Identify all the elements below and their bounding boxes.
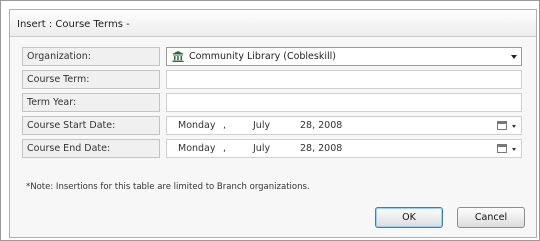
ok-button[interactable]: OK: [375, 207, 443, 228]
course-start-date-picker[interactable]: Monday , July 28, 2008: [166, 116, 522, 135]
course-term-row: Course Term:: [22, 70, 522, 89]
chevron-down-icon[interactable]: [511, 55, 517, 59]
course-end-date-label: Course End Date:: [22, 139, 160, 158]
organization-selected-value: Community Library (Cobleskill): [189, 51, 336, 62]
course-end-date-row: Course End Date: Monday , July 28, 2008: [22, 139, 522, 158]
course-term-input[interactable]: [166, 70, 522, 89]
library-building-icon: [172, 51, 184, 62]
chevron-down-icon[interactable]: [512, 148, 516, 151]
end-date-separator: ,: [223, 143, 227, 154]
end-date-day-year[interactable]: 28, 2008: [300, 143, 342, 154]
term-year-label: Term Year:: [22, 93, 160, 112]
course-term-label: Course Term:: [22, 70, 160, 89]
cancel-button[interactable]: Cancel: [457, 207, 525, 228]
term-year-row: Term Year:: [22, 93, 522, 112]
organization-row: Organization: Community Library (Coblesk…: [22, 47, 522, 66]
term-year-input[interactable]: [166, 93, 522, 112]
start-date-month[interactable]: July: [253, 120, 270, 131]
dialog-title-text: Insert : Course Terms -: [17, 19, 130, 30]
start-date-weekday[interactable]: Monday: [178, 120, 216, 131]
end-date-weekday[interactable]: Monday: [178, 143, 216, 154]
calendar-icon[interactable]: [497, 121, 507, 130]
course-end-date-picker[interactable]: Monday , July 28, 2008: [166, 139, 522, 158]
chevron-down-icon[interactable]: [512, 125, 516, 128]
calendar-icon[interactable]: [497, 144, 507, 153]
organization-select[interactable]: Community Library (Cobleskill): [166, 47, 522, 66]
start-date-separator: ,: [223, 120, 227, 131]
dialog-title: Insert : Course Terms -: [10, 10, 536, 37]
start-date-day-year[interactable]: 28, 2008: [300, 120, 342, 131]
course-start-date-row: Course Start Date: Monday , July 28, 200…: [22, 116, 522, 135]
course-start-date-label: Course Start Date:: [22, 116, 160, 135]
organization-label: Organization:: [22, 47, 160, 66]
branch-note: *Note: Insertions for this table are lim…: [26, 182, 310, 192]
end-date-month[interactable]: July: [253, 143, 270, 154]
